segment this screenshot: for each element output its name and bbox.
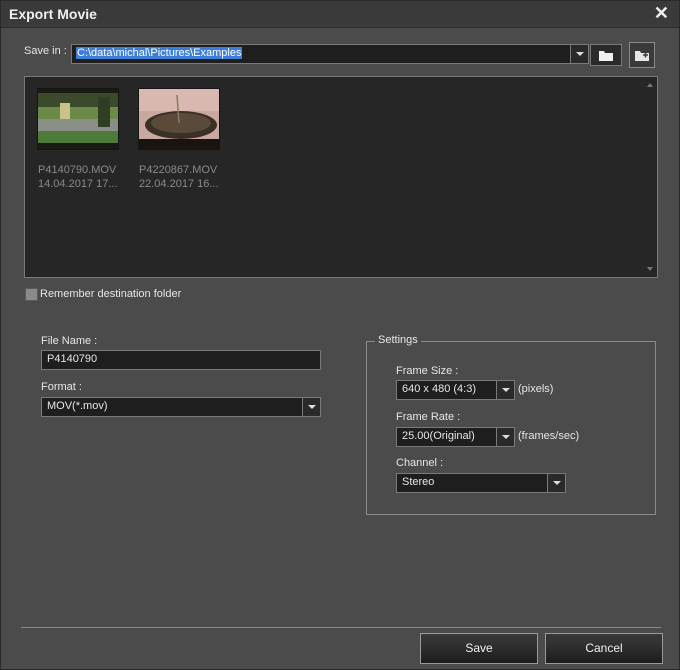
save-button[interactable]: Save <box>420 633 538 664</box>
frame-size-select[interactable]: 640 x 480 (4:3) <box>396 380 515 400</box>
frame-rate-label: Frame Rate : <box>396 411 461 423</box>
frame-size-unit: (pixels) <box>518 383 554 395</box>
frame-rate-unit: (frames/sec) <box>518 430 580 442</box>
video-thumbnail <box>138 88 220 150</box>
folder-icon <box>599 51 613 61</box>
scroll-up-icon[interactable] <box>647 83 653 87</box>
scroll-down-icon[interactable] <box>647 267 653 271</box>
channel-value: Stereo <box>402 476 435 488</box>
file-name-label: P4140790.MOV <box>38 164 117 176</box>
new-folder-button[interactable] <box>629 42 655 68</box>
chevron-down-icon[interactable] <box>496 381 514 399</box>
frame-rate-select[interactable]: 25.00(Original) <box>396 427 515 447</box>
remember-folder-checkbox[interactable] <box>25 288 38 301</box>
save-in-label: Save in : <box>24 45 67 57</box>
file-date-label: 14.04.2017 17... <box>38 178 118 190</box>
chevron-down-icon[interactable] <box>570 45 588 63</box>
file-name-label: P4220867.MOV <box>139 164 218 176</box>
new-folder-icon <box>635 51 649 61</box>
remember-folder-label: Remember destination folder <box>40 288 182 300</box>
dialog-title: Export Movie <box>9 6 97 22</box>
cancel-button[interactable]: Cancel <box>545 633 663 664</box>
browse-folder-button[interactable] <box>590 44 622 66</box>
chevron-down-icon[interactable] <box>547 474 565 492</box>
chevron-down-icon[interactable] <box>496 428 514 446</box>
save-in-path-text: C:\data\michal\Pictures\Examples <box>76 47 243 59</box>
file-browser[interactable]: P4140790.MOV 14.04.2017 17... P4220867.M… <box>24 76 658 278</box>
frame-size-label: Frame Size : <box>396 365 459 377</box>
file-name-field-label: File Name : <box>41 335 98 347</box>
format-value: MOV(*.mov) <box>47 400 108 412</box>
channel-select[interactable]: Stereo <box>396 473 566 493</box>
settings-group-title: Settings <box>375 334 421 346</box>
file-date-label: 22.04.2017 16... <box>139 178 219 190</box>
video-thumbnail <box>37 88 119 150</box>
file-name-value: P4140790 <box>47 353 98 365</box>
frame-size-value: 640 x 480 (4:3) <box>402 383 476 395</box>
format-label: Format : <box>41 381 82 393</box>
footer-divider <box>21 627 661 628</box>
frame-rate-value: 25.00(Original) <box>402 430 475 442</box>
file-name-input[interactable]: P4140790 <box>41 350 321 370</box>
title-bar: Export Movie ✕ <box>1 1 679 28</box>
chevron-down-icon[interactable] <box>302 398 320 416</box>
save-in-path-combo[interactable]: C:\data\michal\Pictures\Examples <box>71 44 589 64</box>
format-select[interactable]: MOV(*.mov) <box>41 397 321 417</box>
channel-label: Channel : <box>396 457 444 469</box>
close-icon[interactable]: ✕ <box>654 3 669 24</box>
export-movie-dialog: Export Movie ✕ Save in : C:\data\michal\… <box>0 0 680 670</box>
